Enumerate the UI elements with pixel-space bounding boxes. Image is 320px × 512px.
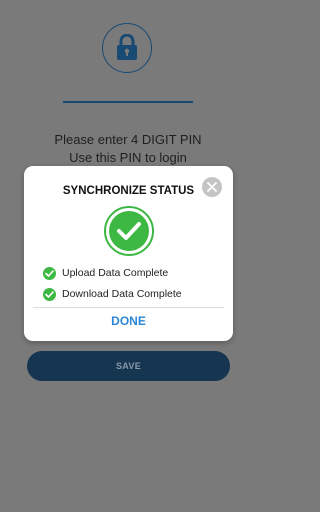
status-item-label: Upload Data Complete (62, 267, 169, 279)
check-circle-icon (104, 206, 154, 256)
lock-icon-circle (102, 23, 152, 73)
status-item-upload: Upload Data Complete (43, 266, 168, 280)
check-icon (43, 266, 56, 280)
pin-instruction: Please enter 4 DIGIT PIN (54, 132, 202, 147)
status-item-label: Download Data Complete (62, 288, 182, 300)
close-icon (207, 182, 217, 192)
pin-login-hint: Use this PIN to login (69, 150, 187, 165)
done-button[interactable]: DONE (24, 314, 233, 328)
status-item-download: Download Data Complete (43, 287, 182, 301)
synchronize-status-dialog: SYNCHRONIZE STATUS Upload Data Complete … (24, 166, 233, 341)
lock-icon (117, 34, 137, 60)
pin-input-underline[interactable] (63, 101, 193, 103)
save-button[interactable]: SAVE (27, 351, 230, 381)
check-icon (43, 287, 56, 301)
close-button[interactable] (202, 177, 222, 197)
dialog-divider (33, 307, 224, 308)
